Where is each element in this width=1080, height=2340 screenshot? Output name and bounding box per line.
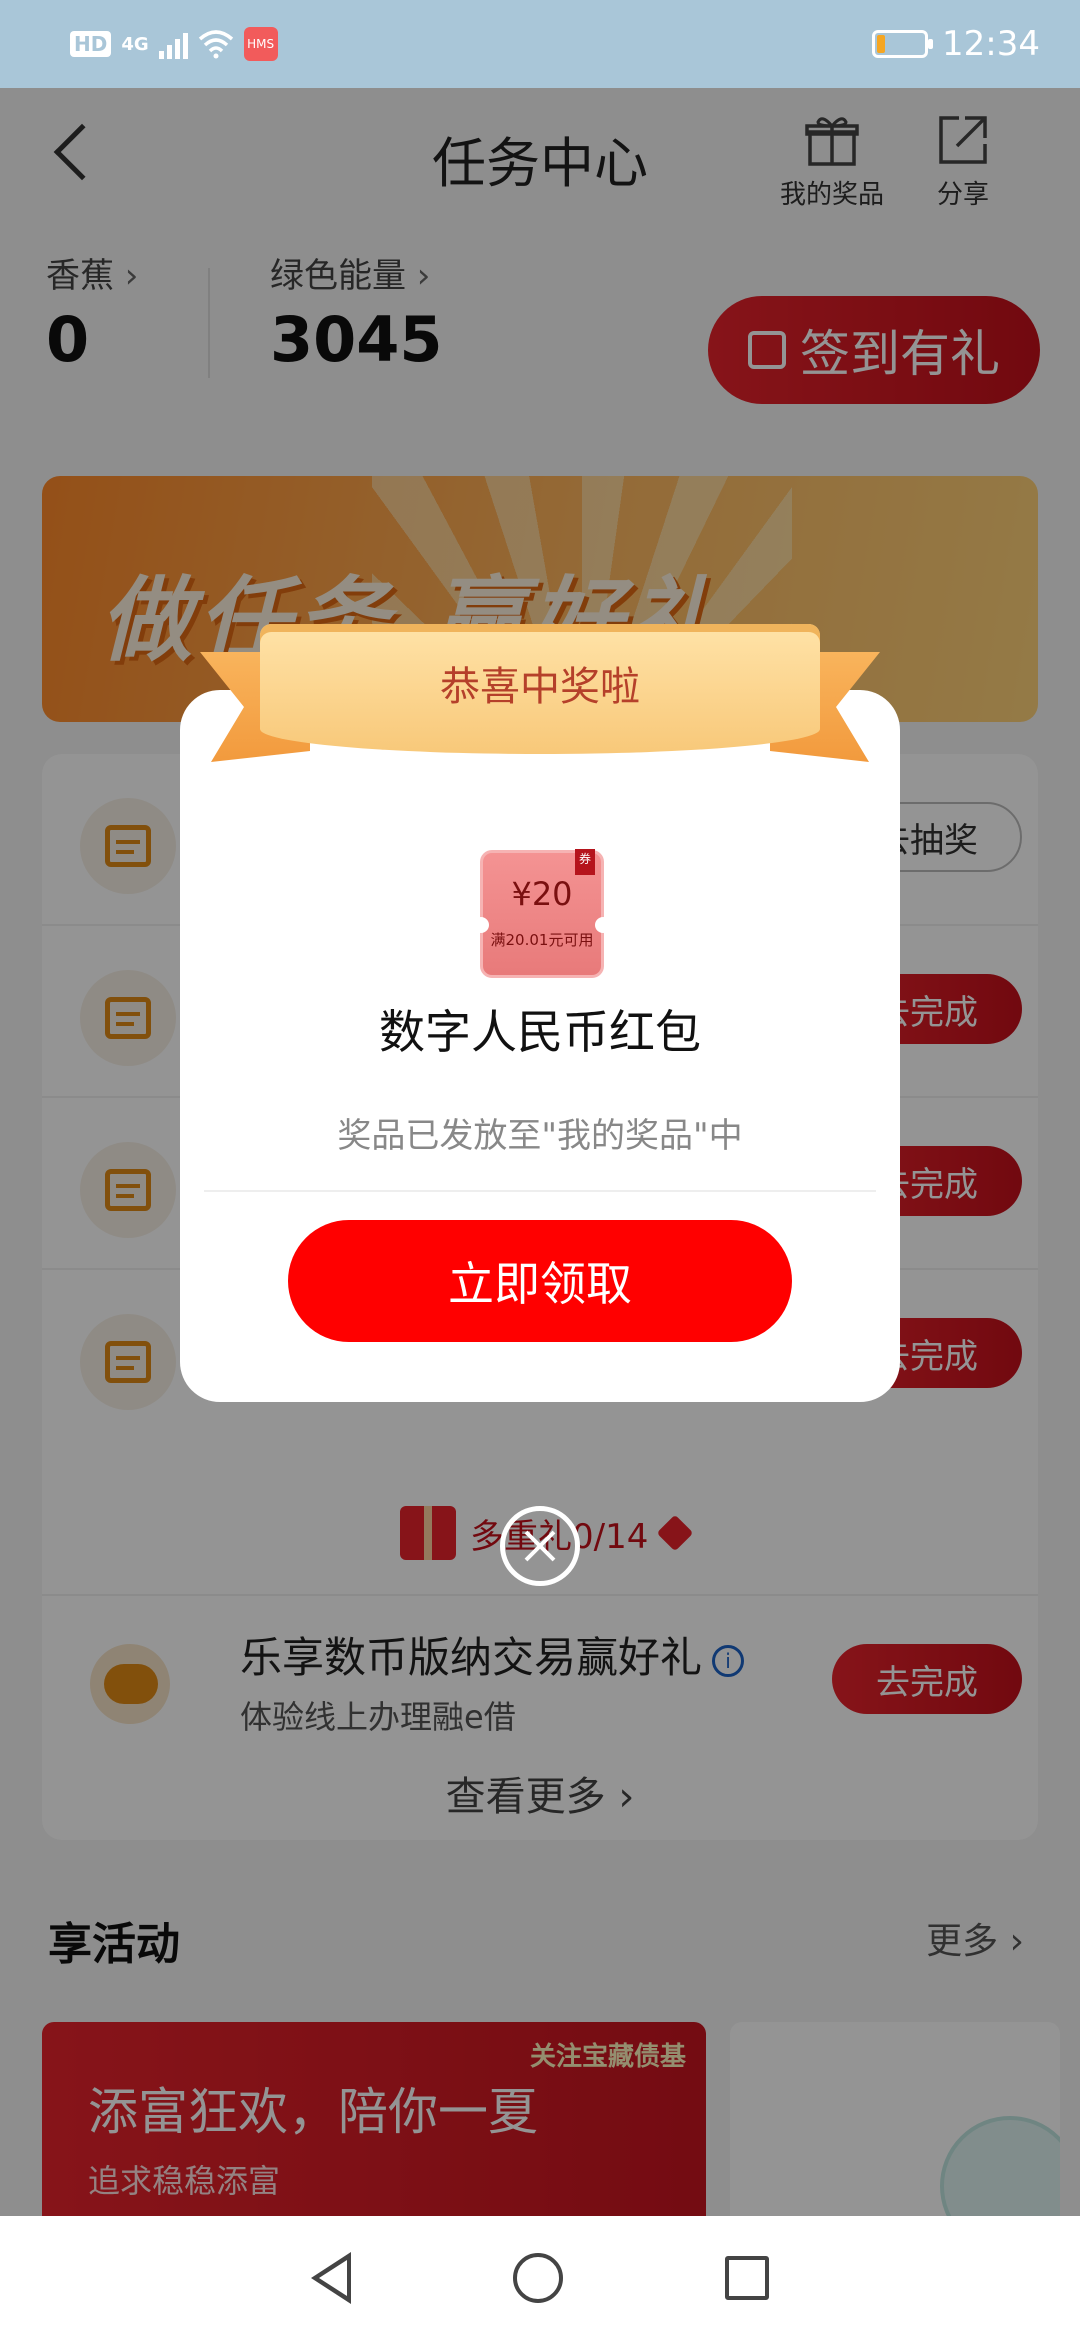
coupon-condition: 满20.01元可用 [490, 931, 594, 949]
network-type: 4G [121, 33, 149, 55]
clock: 12:34 [942, 24, 1040, 64]
status-right: 12:34 [872, 24, 1040, 64]
coupon-tag: 券 [575, 849, 595, 875]
hms-icon: HMS [243, 27, 278, 61]
coupon-amount: ¥20 [511, 875, 573, 913]
system-nav-bar [0, 2216, 1080, 2340]
prize-note: 奖品已发放至"我的奖品"中 [337, 1116, 743, 1156]
signal-icon [158, 29, 188, 59]
status-bar: HD 4G HMS 12:34 [0, 0, 1080, 88]
nav-back-icon[interactable] [311, 2252, 351, 2304]
hd-icon: HD [70, 31, 112, 57]
modal-divider [204, 1190, 876, 1192]
prize-name: 数字人民币红包 [379, 1005, 701, 1059]
close-icon [524, 1530, 556, 1562]
coupon-icon: 券 ¥20 满20.01元可用 [473, 849, 611, 978]
battery-icon [872, 30, 934, 58]
status-icons: HD 4G HMS [70, 27, 278, 61]
battery-level [877, 35, 885, 53]
nav-recents-icon[interactable] [725, 2256, 769, 2300]
ribbon: 恭喜中奖啦 [260, 624, 820, 754]
wifi-icon [198, 30, 233, 59]
close-modal-button[interactable] [500, 1506, 580, 1586]
congrats-title: 恭喜中奖啦 [440, 664, 640, 710]
ribbon-banner: 恭喜中奖啦 [200, 610, 880, 790]
nav-home-icon[interactable] [513, 2253, 563, 2303]
claim-now-button[interactable]: 立即领取 [288, 1220, 792, 1342]
